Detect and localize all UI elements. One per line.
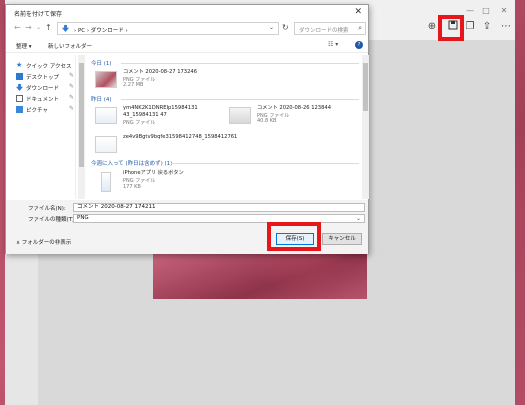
- file-thumbnail: [101, 172, 111, 192]
- file-thumbnail: [95, 107, 117, 124]
- pin-icon: ✎: [69, 94, 75, 101]
- download-icon: [62, 25, 69, 32]
- nav-item-quick-access[interactable]: ★ クイック アクセス: [16, 61, 76, 71]
- file-size: 177 KB: [123, 184, 141, 190]
- refresh-icon[interactable]: ↻: [282, 23, 289, 32]
- cancel-button[interactable]: キャンセル: [322, 233, 362, 245]
- group-header-yesterday[interactable]: 昨日 (4): [91, 94, 359, 104]
- search-placeholder: ダウンロードの検索: [299, 28, 349, 34]
- file-item[interactable]: ym4NK2K1DNREIp15984131 43_15984131 47 PN…: [95, 105, 235, 135]
- file-thumbnail: [95, 136, 117, 153]
- group-label: 今週に入って (昨日は含めず) (1): [91, 161, 173, 167]
- copy-icon[interactable]: ❐: [463, 20, 477, 34]
- hide-folders-toggle[interactable]: ∧ フォルダーの非表示: [16, 238, 71, 246]
- nav-item-pictures[interactable]: ピクチャ ✎: [16, 105, 76, 115]
- file-thumbnail: [95, 71, 117, 88]
- save-button-highlight: [267, 222, 321, 251]
- close-button[interactable]: ✕: [497, 6, 511, 16]
- address-path: › PC › ダウンロード ›: [74, 28, 128, 34]
- save-icon-highlight: [438, 15, 464, 41]
- share-icon[interactable]: ⇪: [480, 20, 494, 34]
- group-label: 今日 (1): [91, 61, 112, 67]
- file-item[interactable]: コメント 2020-08-26 123844 PNG ファイル 40.8 KB: [229, 105, 359, 135]
- nav-item-downloads[interactable]: ダウンロード ✎: [16, 83, 76, 93]
- nav-item-label: クイック アクセス: [26, 64, 72, 70]
- filetype-select[interactable]: PNG ⌄: [73, 214, 365, 223]
- dialog-title: 名前を付けて保存: [14, 11, 63, 18]
- pictures-icon: [16, 106, 23, 113]
- nav-item-label: ドキュメント: [26, 97, 60, 103]
- nav-pane-scrollbar[interactable]: [78, 55, 85, 199]
- star-icon: ★: [16, 61, 23, 69]
- maximize-button[interactable]: □: [479, 6, 493, 16]
- help-icon[interactable]: ?: [355, 41, 363, 49]
- document-icon: [16, 95, 23, 102]
- group-divider: [171, 163, 359, 164]
- address-dropdown-icon[interactable]: ⌄: [269, 24, 274, 31]
- filetype-value: PNG: [77, 215, 89, 221]
- group-header-this-week[interactable]: 今週に入って (昨日は含めず) (1): [91, 158, 359, 168]
- file-list: 今日 (1) コメント 2020-08-27 173246 PNG ファイル 2…: [87, 55, 361, 199]
- file-size: 40.8 KB: [257, 118, 277, 124]
- nav-item-label: ピクチャ: [26, 108, 48, 114]
- file-name: コメント 2020-08-27 173246: [123, 69, 197, 75]
- forward-arrow-icon[interactable]: →: [25, 23, 32, 32]
- more-icon[interactable]: ⋯: [499, 20, 513, 34]
- filename-input[interactable]: コメント 2020-08-27 174211: [73, 203, 365, 212]
- pin-icon: ✎: [69, 105, 75, 112]
- search-input[interactable]: ダウンロードの検索 ⌕: [294, 22, 366, 35]
- minimize-button[interactable]: —: [463, 6, 477, 16]
- scrollbar-thumb[interactable]: [363, 63, 368, 111]
- search-icon: ⌕: [358, 24, 362, 32]
- file-type: PNG ファイル: [123, 120, 156, 126]
- navigation-row: ← → ⌄ ↑ › PC › ダウンロード › ⌄ ↻ ダウンロードの検索 ⌕: [12, 22, 366, 36]
- file-name: iPhoneアプリ 戻るボタン: [123, 170, 184, 176]
- file-name: ze4v9Bgtv9bqfe31598412748_1598412761: [123, 134, 238, 140]
- nav-item-label: デスクトップ: [26, 75, 60, 81]
- desktop-icon: [16, 73, 23, 80]
- pin-icon: ✎: [69, 72, 75, 79]
- pin-icon: ✎: [69, 83, 75, 90]
- group-label: 昨日 (4): [91, 97, 112, 103]
- back-arrow-icon[interactable]: ←: [14, 23, 21, 32]
- file-item[interactable]: iPhoneアプリ 戻るボタン PNG ファイル 177 KB: [95, 170, 245, 200]
- address-bar[interactable]: › PC › ダウンロード › ⌄: [57, 22, 279, 35]
- group-divider: [121, 63, 359, 64]
- file-size: 2.27 MB: [123, 82, 144, 88]
- nav-item-documents[interactable]: ドキュメント ✎: [16, 94, 76, 104]
- new-folder-button[interactable]: 新しいフォルダー: [48, 42, 92, 50]
- file-thumbnail: [229, 107, 251, 124]
- file-name: コメント 2020-08-26 123844: [257, 105, 331, 111]
- file-type: PNG ファイル: [123, 178, 156, 184]
- chevron-down-icon: ⌄: [355, 215, 361, 222]
- nav-item-desktop[interactable]: デスクトップ ✎: [16, 72, 76, 82]
- download-icon: [16, 84, 23, 91]
- command-bar: 整理 ▾ 新しいフォルダー ☷ ▾ ?: [6, 39, 368, 53]
- file-list-scrollbar[interactable]: [362, 55, 369, 199]
- up-arrow-icon[interactable]: ↑: [45, 23, 52, 32]
- navigation-pane: ★ クイック アクセス デスクトップ ✎ ダウンロード ✎ ドキュメント ✎ ピ…: [6, 55, 76, 199]
- file-name: ym4NK2K1DNREIp15984131 43_15984131 47: [123, 105, 198, 118]
- filename-label: ファイル名(N):: [28, 206, 66, 212]
- filetype-label: ファイルの種類(T):: [28, 217, 77, 223]
- group-divider: [121, 99, 359, 100]
- organize-menu[interactable]: 整理 ▾: [16, 42, 32, 50]
- group-header-today[interactable]: 今日 (1): [91, 58, 359, 68]
- zoom-in-icon[interactable]: ⊕: [425, 20, 439, 34]
- dialog-close-button[interactable]: ✕: [354, 7, 362, 17]
- view-options-icon[interactable]: ☷ ▾: [328, 41, 338, 48]
- recent-dropdown-icon[interactable]: ⌄: [36, 24, 41, 31]
- nav-item-label: ダウンロード: [26, 86, 60, 92]
- save-as-dialog: 名前を付けて保存 ✕ ← → ⌄ ↑ › PC › ダウンロード › ⌄ ↻ ダ…: [5, 4, 369, 254]
- scrollbar-thumb[interactable]: [79, 63, 84, 167]
